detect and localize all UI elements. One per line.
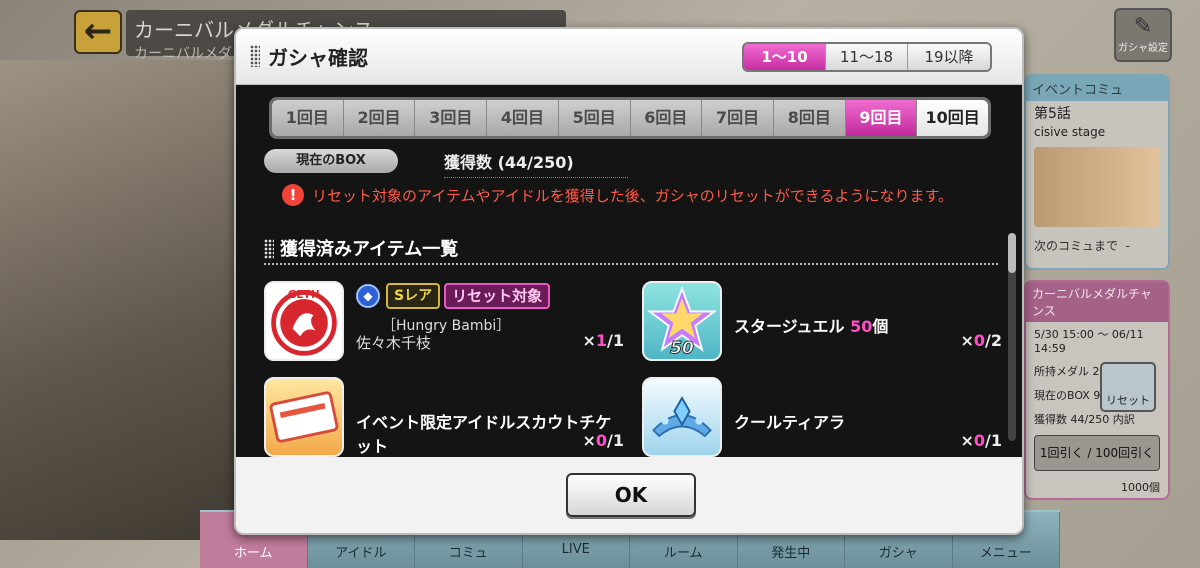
qty-total: /1 xyxy=(607,331,624,350)
range-tab-11-18[interactable]: 11～18 xyxy=(826,44,908,70)
qty-have: 1 xyxy=(595,331,608,350)
round-tab-7[interactable]: 7回目 xyxy=(702,100,774,136)
cool-tiara-thumbnail xyxy=(642,377,722,457)
list-item[interactable]: クールティアラ ×0/1 xyxy=(642,377,1002,457)
qty-total: /1 xyxy=(985,431,1002,450)
item-name-count: 50 xyxy=(850,317,873,336)
warning-icon: ! xyxy=(282,184,304,206)
list-scrollbar[interactable] xyxy=(1008,233,1016,441)
qty-prefix: × xyxy=(960,431,974,450)
item-name-text: スタージュエル xyxy=(734,317,845,336)
dialog-body: 1回目 2回目 3回目 4回目 5回目 6回目 7回目 8回目 9回目 10回目… xyxy=(236,85,1022,457)
carnival-header: カーニバルメダルチャンス xyxy=(1026,282,1168,322)
idol-card-background xyxy=(0,60,240,540)
round-tab-2[interactable]: 2回目 xyxy=(343,100,416,136)
event-episode-sub: cisive stage xyxy=(1034,125,1106,139)
idol-name: 佐々木千枝 xyxy=(356,334,432,352)
item-badges: ◆ Sレア リセット対象 xyxy=(356,283,551,309)
star-jewel-thumbnail: 50 xyxy=(642,281,722,361)
dialog-header: ガシャ確認 1～10 11～18 19以降 xyxy=(236,29,1022,85)
detail-button[interactable]: 内訳 xyxy=(1113,413,1135,426)
round-tab-4[interactable]: 4回目 xyxy=(487,100,559,136)
bg-box-label: 現在のBOX xyxy=(1034,389,1090,402)
rarity-badge: Sレア xyxy=(386,283,441,309)
dialog-title: ガシャ確認 xyxy=(268,46,368,70)
carnival-period: 5/30 15:00 ～ 06/11 14:59 xyxy=(1034,328,1144,355)
event-commu-header: イベントコミュ xyxy=(1026,76,1168,101)
qty-total: /2 xyxy=(985,331,1002,350)
reset-label: リセット xyxy=(1106,394,1150,407)
round-tab-3[interactable]: 3回目 xyxy=(415,100,488,136)
next-commu-value: - xyxy=(1125,239,1130,253)
svg-text:GET!!: GET!! xyxy=(288,289,320,301)
item-name: クールティアラ xyxy=(734,413,846,432)
grip-icon xyxy=(250,45,260,67)
current-box-label: 現在のBOX xyxy=(264,149,398,173)
obtained-list-header: 獲得済みアイテム一覧 xyxy=(264,233,998,265)
draw-one-label: 1回引く xyxy=(1039,446,1084,460)
star-jewel-icon: 50 xyxy=(646,285,718,359)
qty-total: /1 xyxy=(607,431,624,450)
back-button[interactable]: ← xyxy=(74,10,122,54)
qty-have: 0 xyxy=(973,431,986,450)
dialog-footer: OK xyxy=(236,457,1022,533)
tiara-icon xyxy=(652,396,712,438)
event-portrait xyxy=(1034,147,1160,227)
round-tab-8[interactable]: 8回目 xyxy=(773,100,846,136)
round-tab-6[interactable]: 6回目 xyxy=(630,100,703,136)
svg-text:50: 50 xyxy=(670,338,694,358)
reset-notice: ! リセット対象のアイテムやアイドルを獲得した後、ガシャのリセットができるように… xyxy=(282,184,953,206)
get-seal-icon: GET!! xyxy=(271,289,337,356)
round-tab-10[interactable]: 10回目 xyxy=(917,100,989,136)
reset-button[interactable]: リセット xyxy=(1100,362,1156,412)
ok-button[interactable]: OK xyxy=(566,473,696,517)
arrow-left-icon: ← xyxy=(83,11,113,51)
cool-type-icon: ◆ xyxy=(356,284,380,308)
qty-prefix: × xyxy=(582,331,596,350)
event-episode: 第5話 xyxy=(1034,106,1071,122)
round-tabs: 1回目 2回目 3回目 4回目 5回目 6回目 7回目 8回目 9回目 10回目 xyxy=(269,97,991,139)
draw-hundred-cost: 1000個 xyxy=(1121,481,1160,494)
item-name: スタージュエル 50個 xyxy=(734,313,888,337)
scroll-thumb[interactable] xyxy=(1008,233,1016,273)
idol-card-thumbnail: GET!! xyxy=(264,281,344,361)
reset-target-badge: リセット対象 xyxy=(444,283,551,309)
next-commu-label: 次のコミュまで xyxy=(1034,239,1119,253)
list-item[interactable]: GET!! ◆ Sレア リセット対象 ［Hungry Bambi］ 佐々木千枝 … xyxy=(264,281,624,361)
qty-prefix: × xyxy=(960,331,974,350)
draw-one-button[interactable]: 1回引く / 100回引く xyxy=(1034,435,1160,471)
qty-have: 0 xyxy=(973,331,986,350)
round-tab-5[interactable]: 5回目 xyxy=(558,100,631,136)
gacha-settings-button[interactable]: ✎ ガシャ設定 xyxy=(1114,8,1172,62)
item-quantity: ×0/1 xyxy=(960,431,1002,450)
ticket-icon xyxy=(269,391,339,443)
qty-prefix: × xyxy=(582,431,596,450)
range-tab-1-10[interactable]: 1～10 xyxy=(744,44,826,70)
gacha-confirm-dialog: ガシャ確認 1～10 11～18 19以降 1回目 2回目 3回目 4回目 5回… xyxy=(234,27,1024,535)
list-item[interactable]: 50 スタージュエル 50個 ×0/2 xyxy=(642,281,1002,361)
wrench-icon: ✎ xyxy=(1133,14,1153,39)
range-tab-19-plus[interactable]: 19以降 xyxy=(908,44,990,70)
item-quantity: ×0/1 xyxy=(582,431,624,450)
draw-hundred-label: 100回引く xyxy=(1095,446,1155,460)
grip-icon xyxy=(264,239,274,259)
round-tab-1[interactable]: 1回目 xyxy=(272,100,344,136)
range-tabs: 1～10 11～18 19以降 xyxy=(742,42,992,72)
obtained-list-title: 獲得済みアイテム一覧 xyxy=(280,239,459,260)
qty-have: 0 xyxy=(595,431,608,450)
round-tab-9[interactable]: 9回目 xyxy=(845,100,918,136)
event-commu-panel[interactable]: イベントコミュ 第5話 cisive stage 次のコミュまで - xyxy=(1024,74,1170,270)
medal-label: 所持メダル xyxy=(1034,365,1089,378)
bg-count-value: 44/250 xyxy=(1070,413,1110,426)
scout-ticket-thumbnail xyxy=(264,377,344,457)
obtained-count: 獲得数 (44/250) xyxy=(444,149,628,178)
reset-notice-text: リセット対象のアイテムやアイドルを獲得した後、ガシャのリセットができるようになり… xyxy=(312,186,953,205)
bg-count-label: 獲得数 xyxy=(1034,413,1067,426)
item-quantity: ×0/2 xyxy=(960,331,1002,350)
item-quantity: ×1/1 xyxy=(582,331,624,350)
gacha-settings-label: ガシャ設定 xyxy=(1118,43,1168,54)
item-name-unit: 個 xyxy=(872,317,889,336)
list-item[interactable]: イベント限定アイドルスカウトチケット ×0/1 xyxy=(264,377,624,457)
